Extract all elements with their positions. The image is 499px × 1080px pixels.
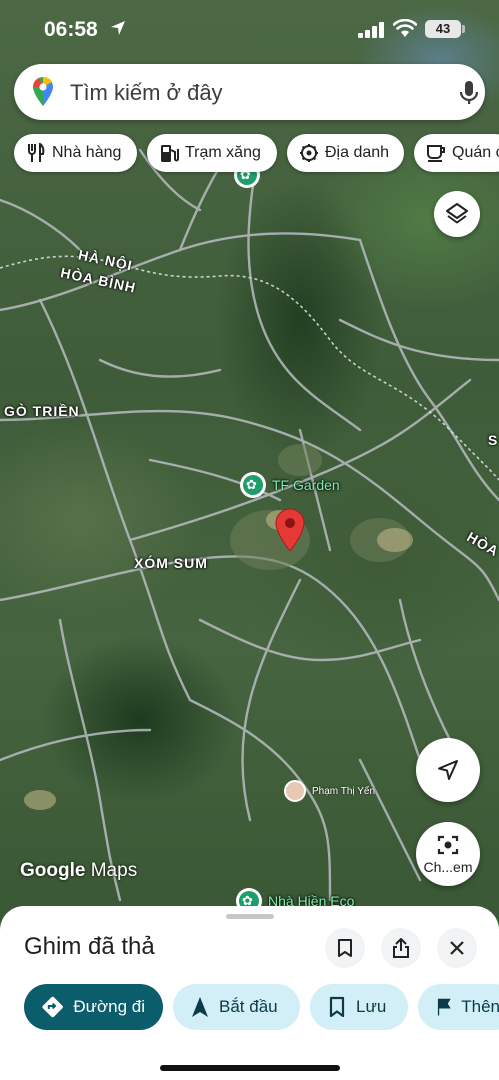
chip-label: Trạm xăng [185, 144, 261, 161]
cellular-signal-icon [358, 22, 384, 38]
search-bar[interactable]: Tìm kiếm ở đây [14, 64, 485, 120]
start-button[interactable]: Bắt đầu [173, 984, 300, 1030]
google-maps-pin-icon [33, 77, 53, 106]
chip-landmarks[interactable]: Địa danh [287, 134, 404, 172]
layers-button[interactable] [434, 191, 480, 237]
chip-label: Địa danh [325, 144, 390, 161]
lens-label: Ch...em [423, 859, 473, 875]
restaurant-icon [28, 143, 45, 162]
landmark-icon [300, 144, 318, 162]
poi-tf-garden[interactable]: TF Garden [240, 472, 340, 498]
coffee-icon [427, 145, 445, 162]
lens-button[interactable]: Ch...em [416, 822, 480, 886]
chip-label: Quán c [452, 144, 499, 161]
flag-icon [437, 998, 451, 1016]
battery-tip [462, 25, 465, 33]
location-arrow-icon [111, 21, 125, 35]
gas-station-icon [161, 145, 179, 162]
action-buttons: Đường đi Bắt đầu Lưu Thên [24, 984, 499, 1030]
category-chips: Nhà hàng Trạm xăng Địa danh Quán c [14, 134, 499, 172]
share-icon [393, 938, 409, 958]
close-icon [450, 941, 464, 955]
chip-coffee[interactable]: Quán c [414, 134, 499, 172]
share-button[interactable] [381, 928, 421, 968]
directions-button[interactable]: Đường đi [24, 984, 163, 1030]
start-label: Bắt đầu [219, 997, 278, 1016]
bookmark-icon [338, 939, 352, 957]
directions-label: Đường đi [73, 997, 145, 1016]
chip-label: Nhà hàng [52, 144, 122, 161]
close-button[interactable] [437, 928, 477, 968]
wifi-icon [393, 19, 417, 37]
dropped-pin-icon[interactable] [274, 508, 306, 552]
status-time: 06:58 [44, 18, 98, 41]
search-input[interactable]: Tìm kiếm ở đây [70, 80, 223, 106]
google-product: Maps [90, 860, 138, 881]
layers-icon [446, 203, 468, 224]
map-label-go-trien: GÒ TRIỀN [4, 403, 80, 419]
chip-gas-stations[interactable]: Trạm xăng [147, 134, 277, 172]
place-bottom-sheet[interactable]: Ghim đã thả Đường đi Bắt đầu Lưu Thên [0, 906, 499, 1080]
poi-label: TF Garden [272, 477, 340, 493]
add-label-button[interactable]: Thên [418, 984, 499, 1030]
user-location-tag[interactable]: Phạm Thị Yến [284, 780, 375, 802]
drag-handle[interactable] [226, 914, 274, 919]
save-icon-button[interactable] [325, 928, 365, 968]
navigation-icon [192, 997, 208, 1017]
battery-indicator: 43 [425, 20, 461, 38]
map-label-s-right: S [488, 432, 499, 448]
microphone-icon[interactable] [458, 80, 480, 106]
lens-camera-icon [437, 835, 459, 855]
garden-icon [240, 472, 266, 498]
map-label-xom-sum: XÓM SUM [134, 555, 208, 571]
avatar [284, 780, 306, 802]
add-label-text: Thên [461, 997, 499, 1016]
save-button[interactable]: Lưu [310, 984, 408, 1030]
directions-icon [42, 996, 63, 1018]
user-name: Phạm Thị Yến [312, 785, 376, 797]
my-location-button[interactable] [416, 738, 480, 802]
google-brand: Google [20, 860, 86, 881]
navigation-arrow-icon [438, 760, 458, 780]
google-maps-logo: Google Maps [20, 860, 137, 882]
chip-restaurants[interactable]: Nhà hàng [14, 134, 137, 172]
sheet-title: Ghim đã thả [24, 933, 155, 960]
home-indicator[interactable] [160, 1065, 340, 1071]
status-bar: 06:58 43 [0, 0, 499, 58]
bookmark-icon [329, 996, 345, 1018]
save-label: Lưu [356, 997, 387, 1016]
